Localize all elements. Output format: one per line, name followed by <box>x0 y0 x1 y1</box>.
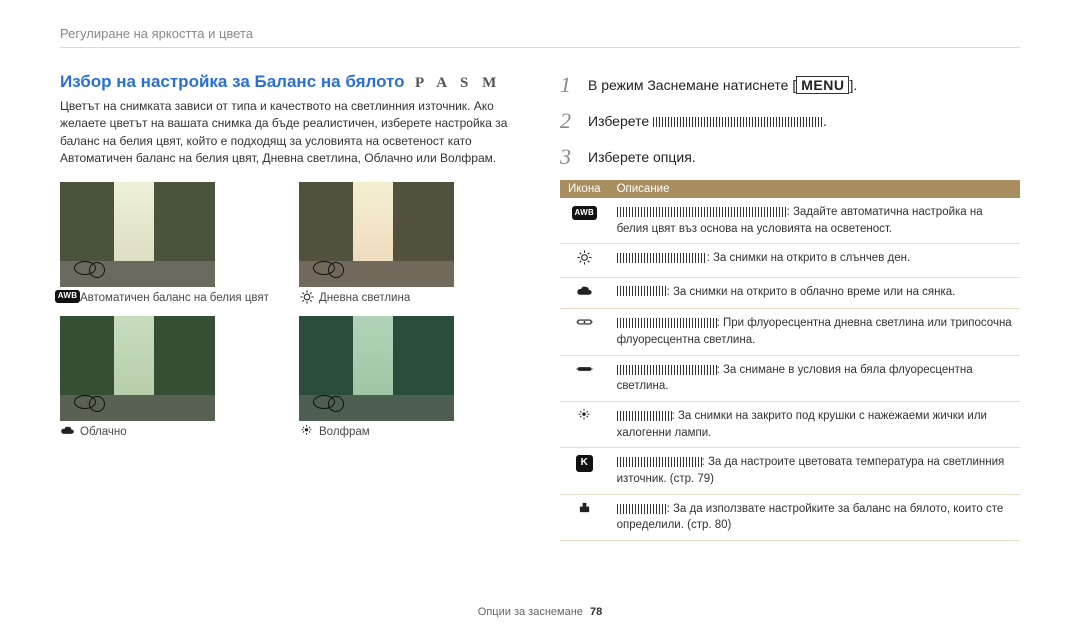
right-column: 1 В режим Заснемане натиснете [MENU]. 2 … <box>560 72 1020 541</box>
section-heading: Избор на настройка за Баланс на бялото P… <box>60 72 520 92</box>
step-text: Изберете . <box>588 113 827 129</box>
mode-indicator: P A S M <box>415 75 501 91</box>
thumbnail-cloudy: Облачно <box>60 316 281 440</box>
table-row: AWB : Задайте автоматична настройка на б… <box>560 198 1020 244</box>
thumbnail-awb: AWB Автоматичен баланс на белия цвят <box>60 182 281 306</box>
table-row: : За снимки на открито в слънчев ден. <box>560 244 1020 277</box>
cloud-icon <box>574 284 594 298</box>
obscured-text <box>617 318 717 328</box>
fluorescent-d-icon <box>574 315 594 329</box>
thumbnail-caption: Облачно <box>60 425 281 440</box>
step-prefix: В режим Заснемане натиснете [ <box>588 77 796 93</box>
table-row: : За снимки на открито в облачно време и… <box>560 277 1020 309</box>
section-title: Избор на настройка за Баланс на бялото <box>60 72 405 91</box>
steps-list: 1 В режим Заснемане натиснете [MENU]. 2 … <box>560 72 1020 170</box>
row-desc: : За снимки на открито в облачно време и… <box>667 286 956 298</box>
left-column: Избор на настройка за Баланс на бялото P… <box>60 72 520 541</box>
table-row: : За да използвате настройките за баланс… <box>560 494 1020 540</box>
table-head-desc: Описание <box>609 180 1020 198</box>
breadcrumb: Регулиране на яркостта и цвета <box>60 26 1020 48</box>
caption-text: Облачно <box>80 425 127 440</box>
page-footer: Опции за заснемане 78 <box>0 606 1080 618</box>
row-desc: : За снимки на открито в слънчев ден. <box>707 252 911 264</box>
table-row: : За снимане в условия на бяла флуоресце… <box>560 355 1020 401</box>
obscured-text <box>617 253 707 263</box>
menu-button-label: MENU <box>796 76 849 94</box>
step-text: В режим Заснемане натиснете [MENU]. <box>588 76 857 94</box>
step-number: 3 <box>560 144 578 170</box>
step-2: 2 Изберете . <box>560 108 1020 134</box>
bulb-icon <box>574 408 594 422</box>
kelvin-icon: K <box>574 456 594 470</box>
custom-wb-icon <box>574 501 594 515</box>
step-suffix: ]. <box>849 77 857 93</box>
caption-text: Дневна светлина <box>319 291 410 306</box>
sample-image <box>299 316 454 421</box>
sample-image <box>299 182 454 287</box>
intro-paragraph: Цветът на снимката зависи от типа и каче… <box>60 98 520 168</box>
step-prefix: Изберете <box>588 113 653 129</box>
sample-image <box>60 316 215 421</box>
table-row: : При флуоресцентна дневна светлина или … <box>560 309 1020 355</box>
sun-icon <box>574 250 594 264</box>
obscured-text <box>617 457 702 467</box>
caption-text: Автоматичен баланс на белия цвят <box>80 291 269 306</box>
table-row: K : За да настроите цветовата температур… <box>560 448 1020 494</box>
obscured-text <box>617 504 667 514</box>
obscured-text <box>617 411 672 421</box>
step-1: 1 В режим Заснемане натиснете [MENU]. <box>560 72 1020 98</box>
row-desc: : За да използвате настройките за баланс… <box>617 503 1004 532</box>
obscured-text <box>653 117 823 127</box>
step-text: Изберете опция. <box>588 149 696 165</box>
step-3: 3 Изберете опция. <box>560 144 1020 170</box>
thumbnail-caption: Дневна светлина <box>299 291 520 306</box>
sample-thumbnails: AWB Автоматичен баланс на белия цвят Дне… <box>60 182 520 440</box>
options-table: Икона Описание AWB : Задайте автоматична… <box>560 180 1020 541</box>
obscured-text <box>617 286 667 296</box>
obscured-text <box>617 365 717 375</box>
footer-label: Опции за заснемане <box>478 606 583 618</box>
cloud-icon <box>60 425 75 437</box>
table-head-icon: Икона <box>560 180 609 198</box>
bulb-icon <box>299 425 314 437</box>
step-number: 1 <box>560 72 578 98</box>
step-suffix: . <box>823 113 827 129</box>
thumbnail-caption: Волфрам <box>299 425 520 440</box>
thumbnail-daylight: Дневна светлина <box>299 182 520 306</box>
obscured-text <box>617 207 787 217</box>
awb-icon: AWB <box>574 206 594 220</box>
row-desc: : За снимки на закрито под крушки с наже… <box>617 410 987 439</box>
table-row: : За снимки на закрито под крушки с наже… <box>560 401 1020 447</box>
awb-icon: AWB <box>60 291 75 303</box>
sample-image <box>60 182 215 287</box>
sun-icon <box>299 291 314 303</box>
thumbnail-caption: AWB Автоматичен баланс на белия цвят <box>60 291 281 306</box>
page-number: 78 <box>590 606 602 618</box>
fluorescent-w-icon <box>574 362 594 376</box>
thumbnail-tungsten: Волфрам <box>299 316 520 440</box>
caption-text: Волфрам <box>319 425 370 440</box>
step-number: 2 <box>560 108 578 134</box>
